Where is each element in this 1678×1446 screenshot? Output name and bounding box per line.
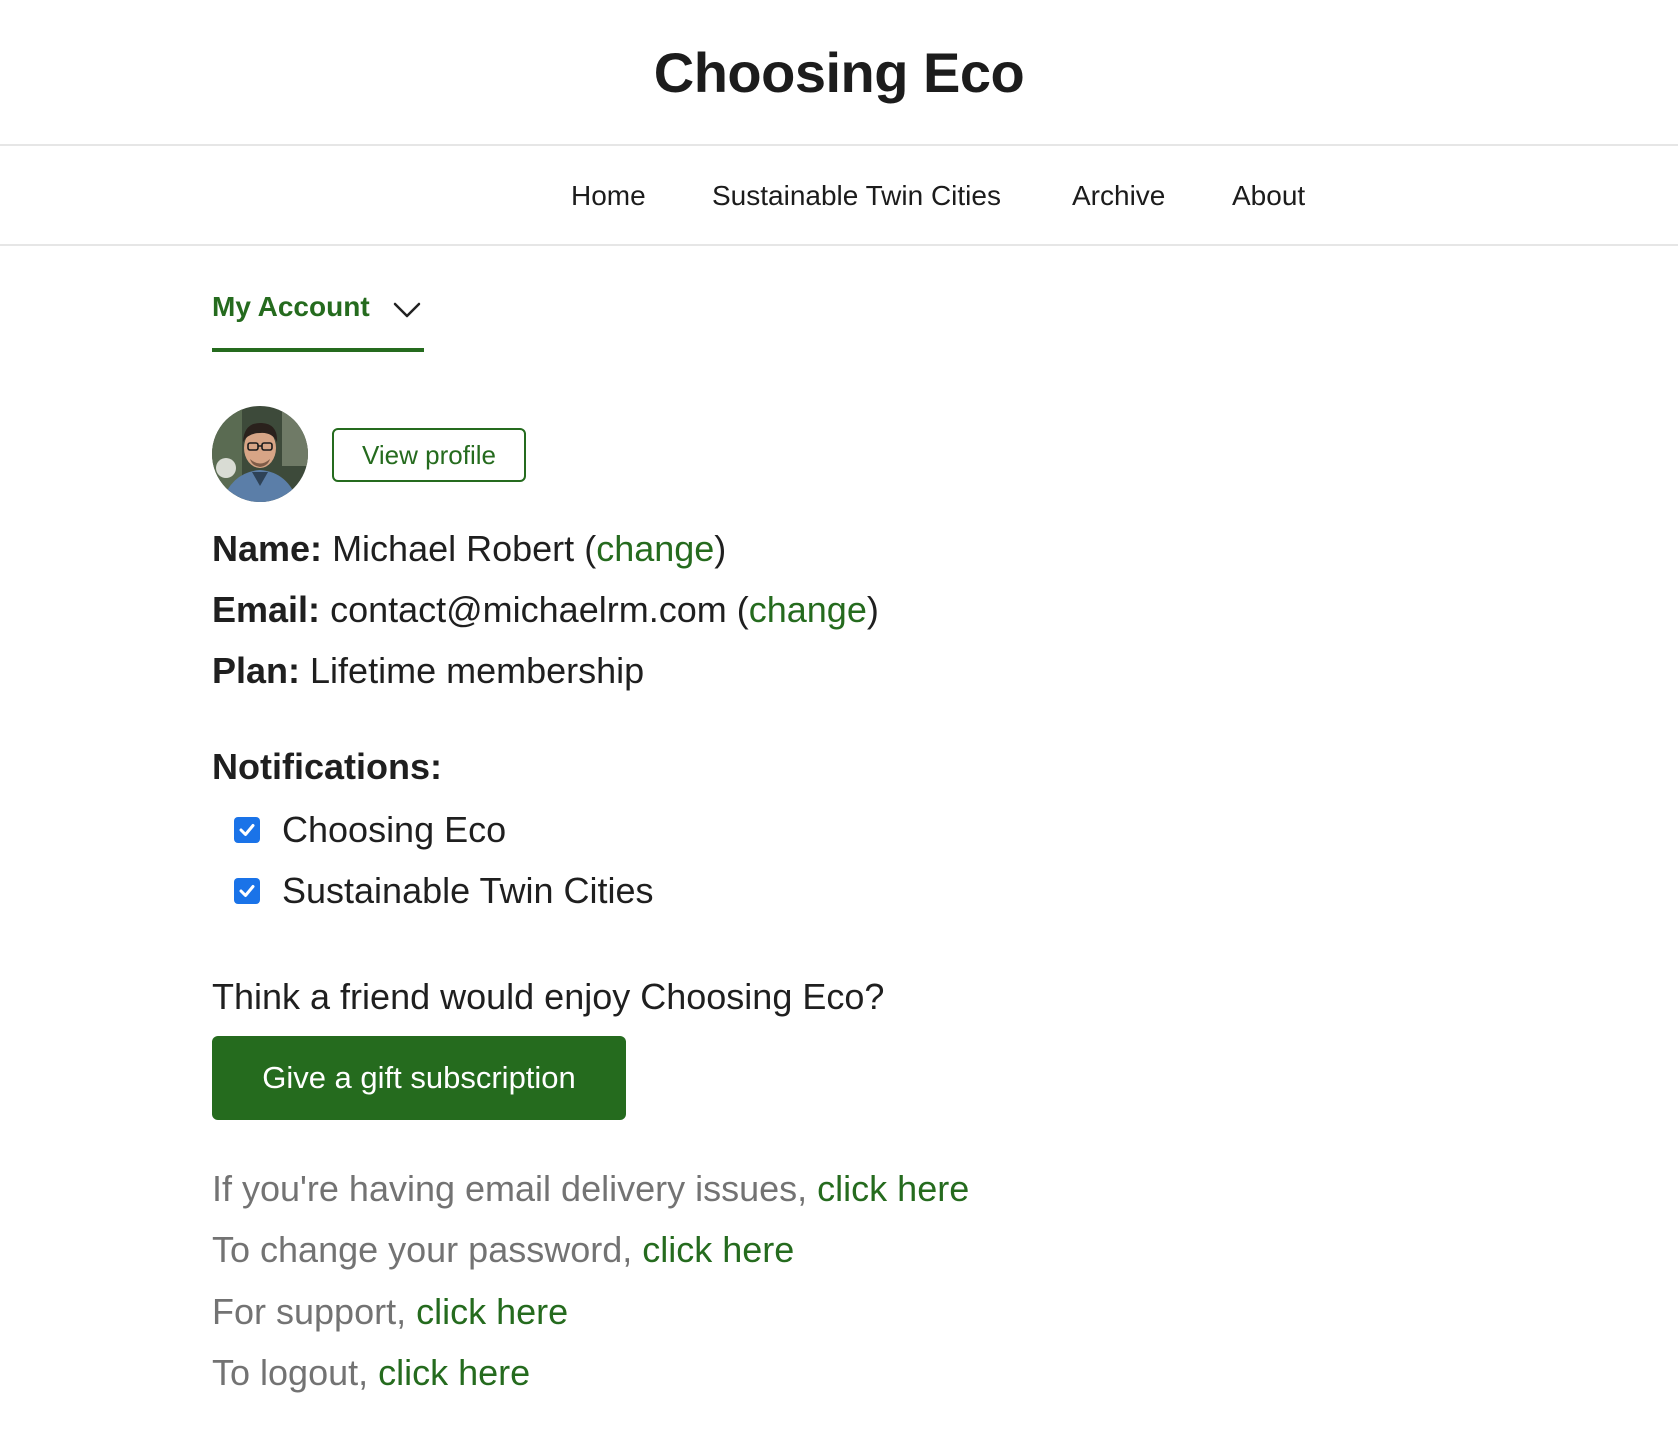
help-text: For support, bbox=[212, 1291, 407, 1332]
notification-label: Sustainable Twin Cities bbox=[282, 870, 654, 911]
avatar[interactable] bbox=[212, 406, 308, 502]
help-text: If you're having email delivery issues, bbox=[212, 1168, 808, 1209]
email-delivery-link[interactable]: click here bbox=[817, 1168, 969, 1209]
checkbox-sustainable-twin-cities[interactable] bbox=[234, 878, 260, 904]
checkmark-icon bbox=[239, 824, 255, 836]
chevron-down-icon bbox=[393, 302, 421, 318]
notification-item-choosing-eco: Choosing Eco bbox=[234, 808, 506, 852]
email-value: contact@michaelrm.com bbox=[330, 589, 727, 630]
notifications-heading: Notifications: bbox=[212, 746, 442, 787]
help-line-support: For support, click here bbox=[212, 1291, 568, 1333]
checkmark-icon bbox=[239, 885, 255, 897]
change-email-link[interactable]: change bbox=[749, 589, 867, 630]
name-label: Name: bbox=[212, 528, 323, 569]
change-password-link[interactable]: click here bbox=[642, 1229, 794, 1270]
help-text: To change your password, bbox=[212, 1229, 633, 1270]
email-label: Email: bbox=[212, 589, 321, 630]
nav-item-sustainable-twin-cities[interactable]: Sustainable Twin Cities bbox=[712, 180, 1001, 212]
site-title[interactable]: Choosing Eco bbox=[654, 40, 1025, 105]
nav-item-about[interactable]: About bbox=[1232, 180, 1305, 212]
gift-prompt: Think a friend would enjoy Choosing Eco? bbox=[212, 976, 885, 1017]
plan-label: Plan: bbox=[212, 650, 301, 691]
plan-value: Lifetime membership bbox=[310, 650, 645, 691]
my-account-menu[interactable]: My Account bbox=[212, 286, 424, 352]
avatar-photo bbox=[212, 406, 308, 502]
main-nav: Home Sustainable Twin Cities Archive Abo… bbox=[0, 146, 1678, 246]
gift-subscription-button[interactable]: Give a gift subscription bbox=[212, 1036, 626, 1120]
help-line-email-delivery: If you're having email delivery issues, … bbox=[212, 1168, 969, 1210]
email-row: Email: contact@michaelrm.com (change) bbox=[212, 589, 879, 630]
plan-row: Plan: Lifetime membership bbox=[212, 650, 644, 692]
change-name-link[interactable]: change bbox=[596, 528, 714, 569]
nav-item-home[interactable]: Home bbox=[571, 180, 646, 212]
notification-item-sustainable-twin-cities: Sustainable Twin Cities bbox=[234, 869, 654, 913]
help-text: To logout, bbox=[212, 1352, 369, 1393]
name-row: Name: Michael Robert (change) bbox=[212, 528, 727, 569]
nav-item-archive[interactable]: Archive bbox=[1072, 180, 1165, 212]
logout-link[interactable]: click here bbox=[378, 1352, 530, 1393]
view-profile-button[interactable]: View profile bbox=[332, 428, 526, 482]
checkbox-choosing-eco[interactable] bbox=[234, 817, 260, 843]
name-value: Michael Robert bbox=[332, 528, 575, 569]
notification-label: Choosing Eco bbox=[282, 809, 507, 850]
site-header: Choosing Eco bbox=[0, 0, 1678, 146]
support-link[interactable]: click here bbox=[416, 1291, 568, 1332]
help-line-logout: To logout, click here bbox=[212, 1352, 530, 1394]
help-line-password: To change your password, click here bbox=[212, 1229, 794, 1271]
my-account-label: My Account bbox=[212, 291, 370, 322]
